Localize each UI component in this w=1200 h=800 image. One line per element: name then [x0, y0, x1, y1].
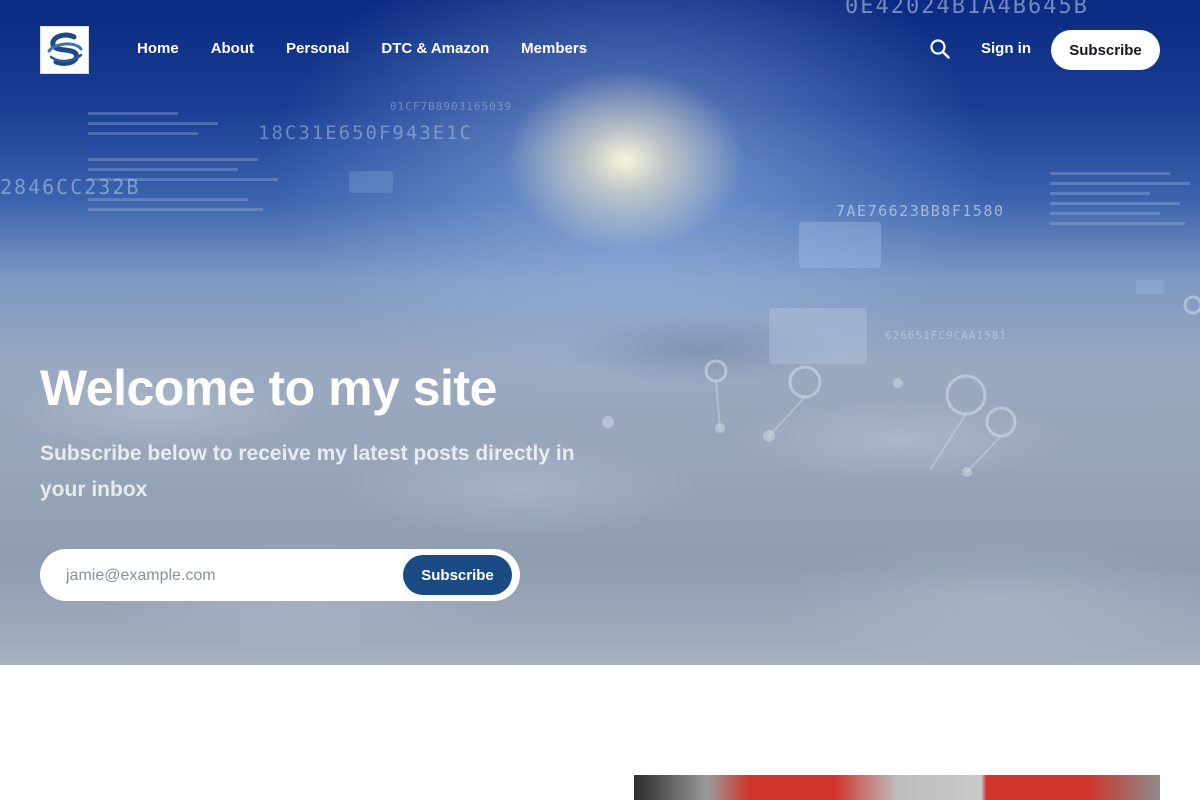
brand-logo-icon — [42, 29, 87, 71]
form-subscribe-button[interactable]: Subscribe — [403, 555, 512, 595]
search-icon — [930, 39, 950, 59]
nav-item-personal[interactable]: Personal — [286, 38, 349, 60]
featured-post-image[interactable] — [634, 775, 1160, 800]
hero-title: Welcome to my site — [40, 360, 497, 416]
hero-description: Subscribe below to receive my latest pos… — [40, 442, 575, 501]
nav-item-dtc-amazon[interactable]: DTC & Amazon — [381, 38, 489, 60]
overlay-code-6: 626651FC9CAA1581 — [885, 329, 1007, 342]
subscribe-form: Subscribe — [40, 549, 520, 603]
site-logo[interactable] — [40, 26, 89, 74]
email-input[interactable] — [64, 549, 398, 603]
nav-item-home[interactable]: Home — [137, 38, 179, 60]
signin-link[interactable]: Sign in — [981, 38, 1031, 60]
header-subscribe-button[interactable]: Subscribe — [1051, 30, 1160, 70]
search-button[interactable] — [928, 37, 952, 61]
nav-item-about[interactable]: About — [211, 38, 254, 60]
nav-item-members[interactable]: Members — [521, 38, 587, 60]
overlay-code-2: 18C31E650F943E1C — [258, 122, 473, 144]
site-header: Home About Personal DTC & Amazon Members… — [0, 0, 1200, 100]
overlay-code-3: 7AE76623BB8F1580 — [836, 202, 1005, 220]
overlay-code-5: 01CF7B8903165039 — [390, 100, 512, 113]
primary-nav: Home About Personal DTC & Amazon Members — [137, 38, 587, 60]
